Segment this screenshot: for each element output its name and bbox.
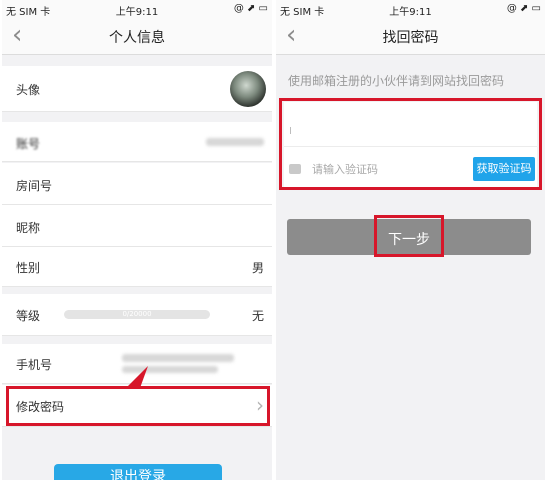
level-progress-bar: 0/20000 — [64, 310, 210, 319]
logout-button[interactable]: 退出登录 — [54, 464, 222, 480]
recover-navbar: ‹ 找回密码 — [276, 18, 545, 55]
highlight-pointer — [126, 366, 148, 388]
status-time-right: 上午9:11 — [389, 7, 432, 18]
level-value: 无 — [251, 309, 264, 323]
nickname-row[interactable]: 昵称 — [2, 205, 272, 247]
account-label: 账号 — [16, 137, 41, 151]
change-password-highlight — [6, 386, 270, 426]
gender-value: 男 — [251, 261, 264, 275]
room-row: 房间号 — [2, 163, 272, 205]
recover-password-screen: 无 SIM 卡 上午9:11 @ ⬈ ▭ ‹ 找回密码 使用邮箱注册的小伙伴请到… — [276, 0, 545, 480]
phone-label: 手机号 — [16, 358, 53, 372]
profile-navbar: ‹ 个人信息 — [2, 18, 272, 55]
avatar — [230, 71, 266, 107]
form-highlight — [279, 98, 542, 190]
nickname-label: 昵称 — [16, 221, 41, 235]
gender-row[interactable]: 性别 男 — [2, 247, 272, 287]
status-bar: 无 SIM 卡 上午9:11 @ ⬈ ▭ — [2, 0, 272, 18]
phone-value-blurred — [122, 354, 234, 362]
page-title: 个人信息 — [109, 30, 165, 46]
account-row: 账号 — [2, 122, 272, 162]
battery-icon: @ ⬈ ▭ — [233, 3, 268, 14]
level-row: 等级 0/20000 无 — [2, 294, 272, 336]
level-progress-text: 0/20000 — [122, 310, 152, 318]
avatar-label: 头像 — [16, 83, 41, 97]
next-button-highlight — [374, 215, 444, 257]
status-bar-right: 无 SIM 卡 上午9:11 @ ⬈ ▭ — [276, 0, 545, 18]
email-hint: 使用邮箱注册的小伙伴请到网站找回密码 — [288, 74, 505, 88]
account-value-blurred — [206, 138, 264, 146]
avatar-row[interactable]: 头像 — [2, 66, 272, 112]
level-label: 等级 — [16, 309, 41, 323]
status-time: 上午9:11 — [115, 7, 159, 18]
room-label: 房间号 — [16, 179, 53, 193]
recover-title: 找回密码 — [382, 30, 439, 46]
gender-label: 性别 — [16, 261, 41, 275]
battery-icon-right: @ ⬈ ▭ — [506, 3, 541, 14]
profile-screen: 无 SIM 卡 上午9:11 @ ⬈ ▭ ‹ 个人信息 头像 账号 房间号 昵称… — [2, 0, 272, 480]
